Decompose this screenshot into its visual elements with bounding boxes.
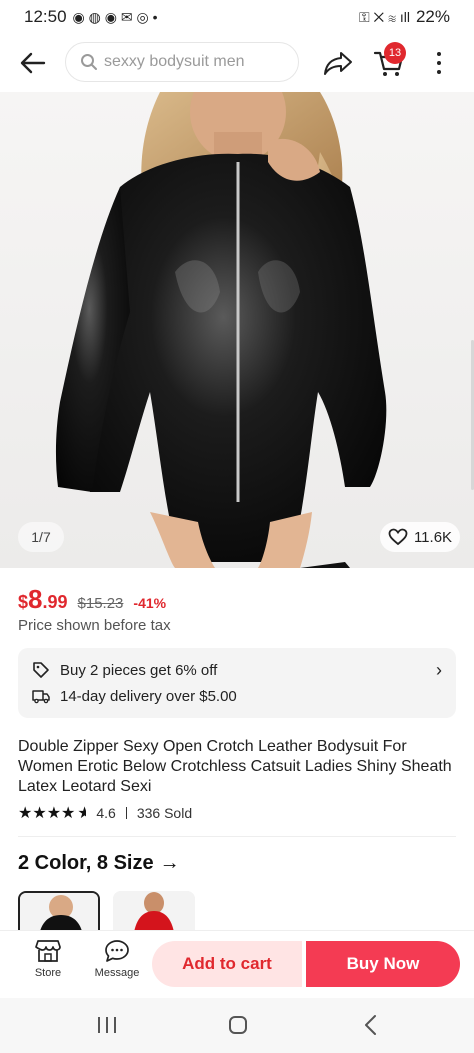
heart-icon [388,528,408,546]
message-icon [105,940,129,962]
notification-icons: ◉ ◍ ◉ ✉ ◎ • [72,9,158,25]
promo-delivery-text: 14-day delivery over $5.00 [60,687,237,705]
store-icon [35,940,61,962]
recent-apps-icon[interactable] [95,1014,119,1036]
product-photo [0,92,474,568]
search-icon [81,54,97,70]
divider [125,807,127,819]
promo-offer-row: Buy 2 pieces get 6% off [32,658,442,682]
add-to-cart-button[interactable]: Add to cart [152,941,302,987]
arrow-right-icon: → [159,852,180,874]
back-nav-icon[interactable] [362,1014,380,1036]
home-icon[interactable] [227,1014,249,1036]
rating-stars: ★★★★ ★ [18,805,87,822]
variants-label: 2 Color, 8 Size [18,852,154,874]
image-counter: 1/7 [18,522,64,552]
status-time: 12:50 [24,7,67,26]
status-bar: 12:50 ◉ ◍ ◉ ✉ ◎ • ⚿ ✕ ≋ ıll 22% [0,0,474,34]
sold-count: 336 Sold [136,805,193,821]
share-icon[interactable] [322,48,354,78]
truck-icon [32,690,50,704]
signal-icons: ⚿ ✕ ≋ ıll [358,9,410,25]
search-query: sexxy bodysuit men [104,53,245,70]
section-divider [18,836,456,837]
message-button[interactable]: Message [87,939,147,979]
search-input[interactable]: sexxy bodysuit men [65,42,299,82]
current-price: $8.99 [18,584,68,614]
message-label: Message [94,967,140,979]
product-title: Double Zipper Sexy Open Crotch Leather B… [18,738,452,795]
store-label: Store [34,967,62,979]
product-image[interactable] [0,92,474,568]
original-price: $15.23 [77,595,124,612]
variants-header[interactable]: 2 Color, 8 Size → [18,852,180,875]
discount-badge: -41% [133,595,167,611]
rating-value: 4.6 [96,805,116,821]
tax-note: Price shown before tax [18,617,171,634]
promo-offer-text: Buy 2 pieces get 6% off [60,661,218,679]
battery-level: 22% [415,7,450,26]
buy-now-button[interactable]: Buy Now [306,941,460,987]
like-count: 11.6K [413,528,453,546]
like-button[interactable]: 11.6K [380,522,460,552]
promo-box[interactable]: Buy 2 pieces get 6% off 14-day delivery … [18,648,456,718]
top-bar: sexxy bodysuit men 13 [0,34,474,92]
back-arrow-icon[interactable] [18,48,48,78]
cart-count-badge: 13 [384,42,406,64]
more-icon[interactable] [430,48,448,78]
chevron-right-icon: › [436,660,442,680]
price-row: $8.99 $15.23 -41% [18,584,166,615]
promo-delivery-row: 14-day delivery over $5.00 [32,684,442,708]
rating-row[interactable]: ★★★★ ★ 4.6 336 Sold [18,803,192,823]
tag-icon [33,662,49,678]
system-nav-bar [0,998,474,1053]
store-button[interactable]: Store [18,939,78,979]
bottom-action-bar: Store Message Add to cart Buy Now [0,930,474,998]
